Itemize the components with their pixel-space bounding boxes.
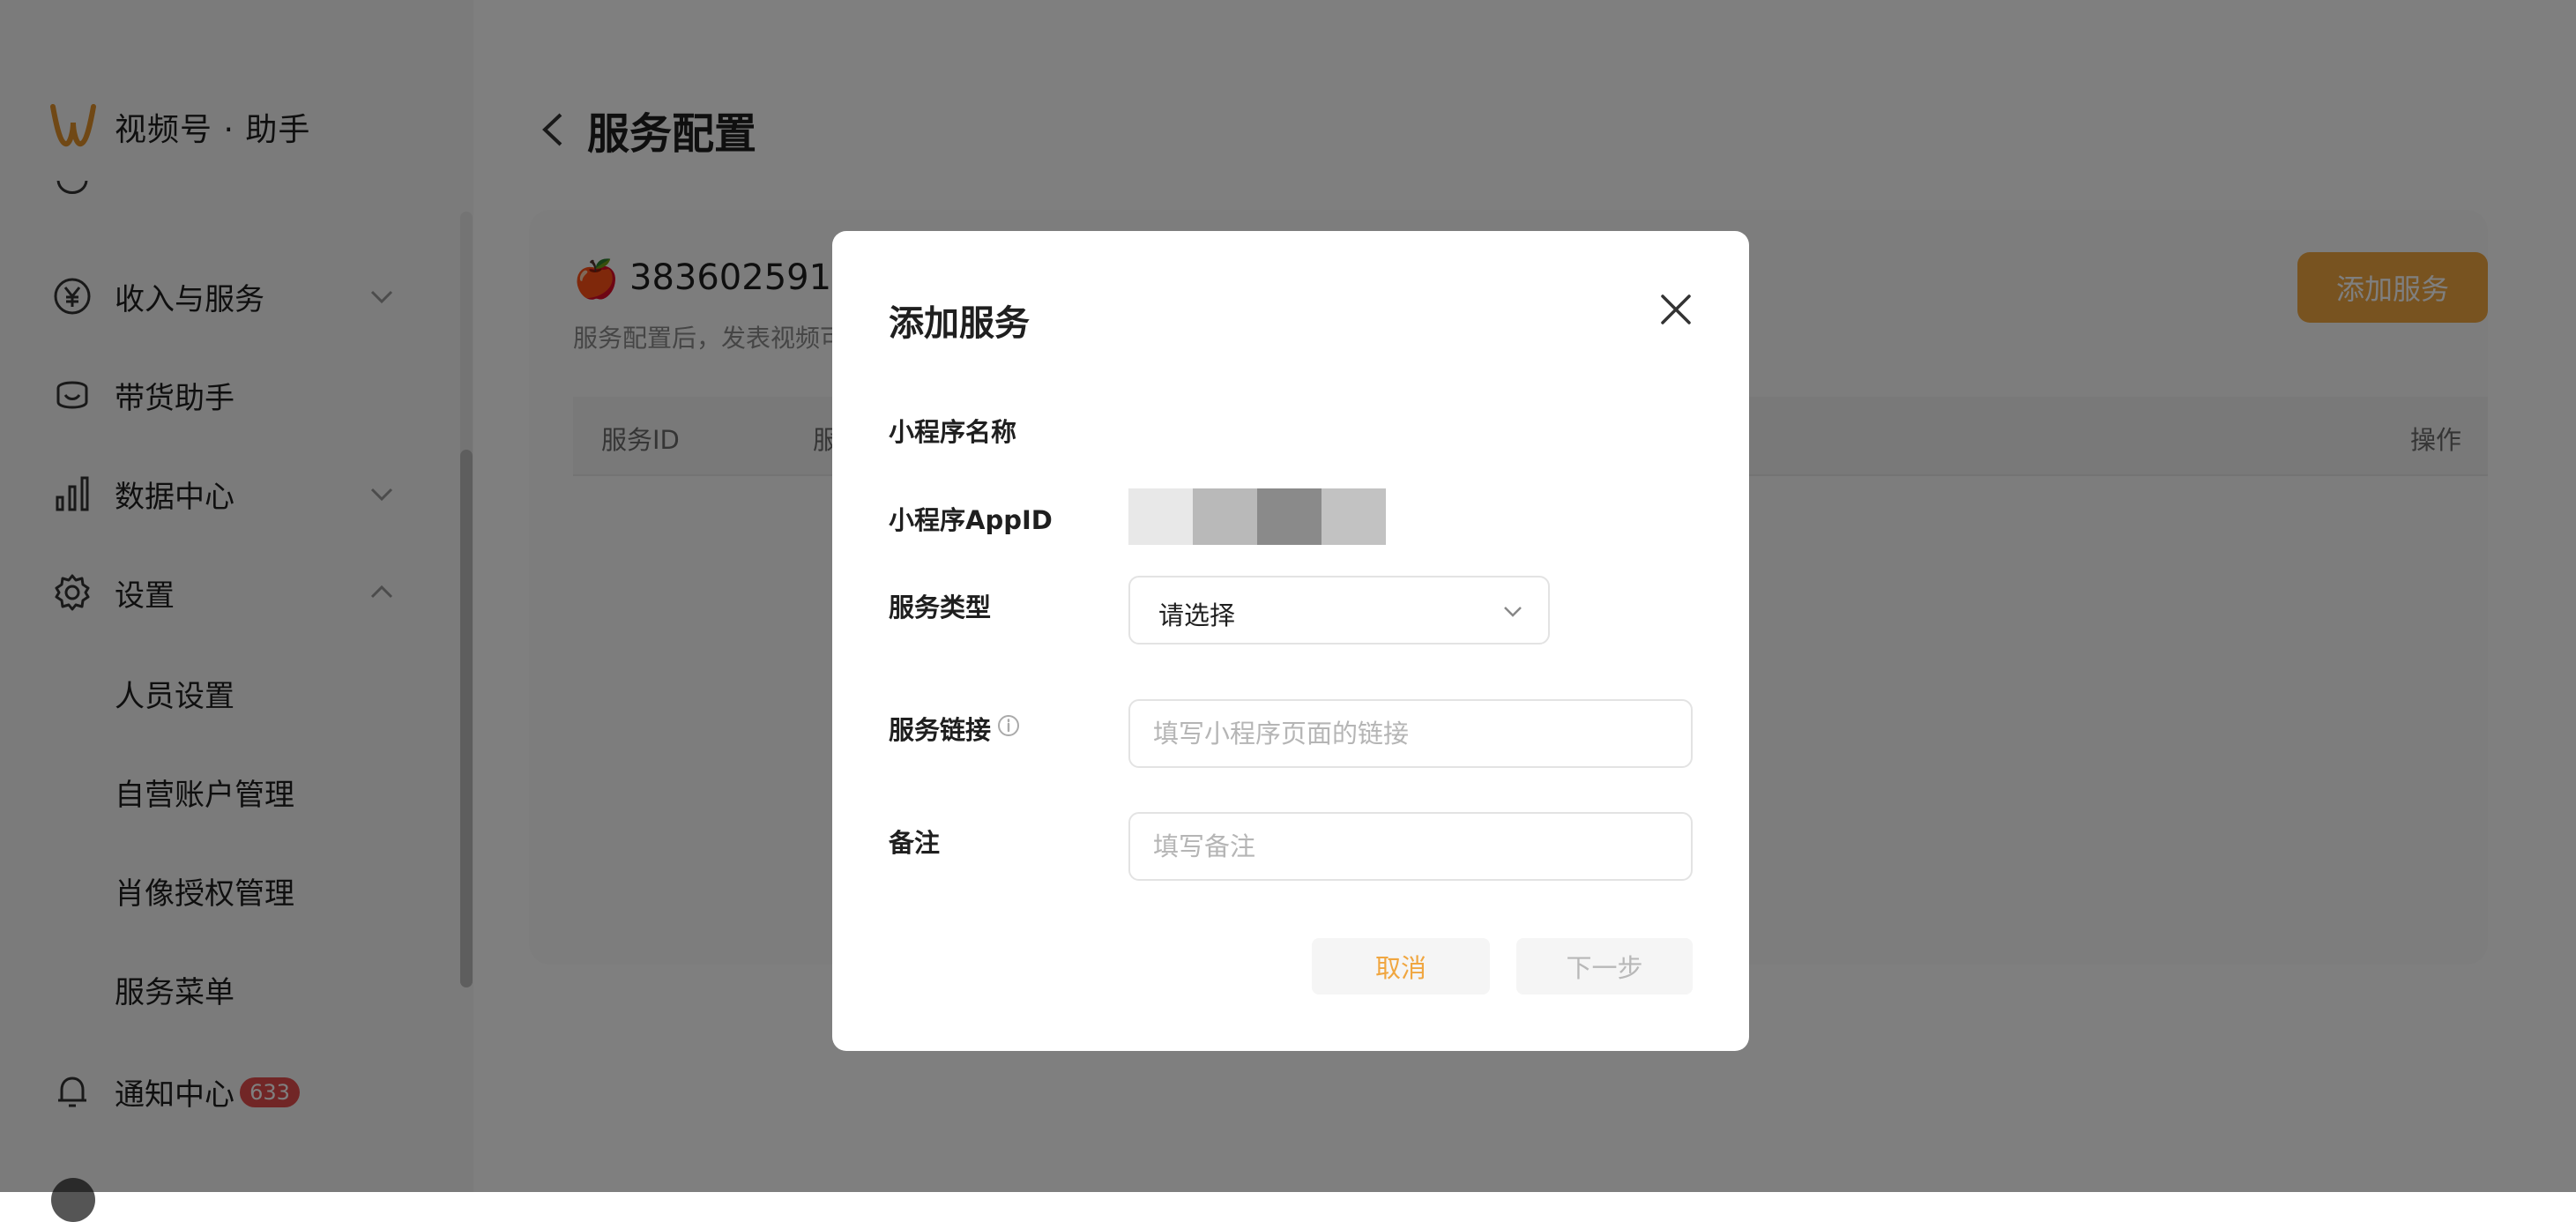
service-type-select[interactable]: 请选择 [1128, 576, 1550, 645]
service-link-input[interactable] [1128, 699, 1693, 768]
appid-label: 小程序AppID [889, 505, 1053, 535]
info-icon[interactable] [996, 713, 1021, 738]
dialog-title: 添加服务 [889, 303, 1030, 344]
chevron-down-icon [1504, 607, 1522, 617]
redacted-block [1257, 488, 1322, 545]
redacted-block [1128, 488, 1193, 545]
service-link-label: 服务链接 [889, 715, 992, 745]
miniapp-name-label: 小程序名称 [889, 417, 1017, 447]
remark-label: 备注 [889, 828, 941, 858]
service-type-label: 服务类型 [889, 592, 992, 622]
add-service-dialog: 添加服务 小程序名称 小程序AppID 服务类型 请选择 服务链接 备注 取消 … [832, 231, 1749, 1051]
remark-input[interactable] [1128, 812, 1693, 881]
appid-redacted [1128, 488, 1386, 545]
service-type-value: 请选择 [1158, 600, 1236, 630]
redacted-block [1322, 488, 1386, 545]
redacted-block [1193, 488, 1257, 545]
next-step-button[interactable]: 下一步 [1516, 938, 1693, 995]
cancel-button[interactable]: 取消 [1312, 938, 1490, 995]
close-icon[interactable] [1659, 293, 1693, 326]
